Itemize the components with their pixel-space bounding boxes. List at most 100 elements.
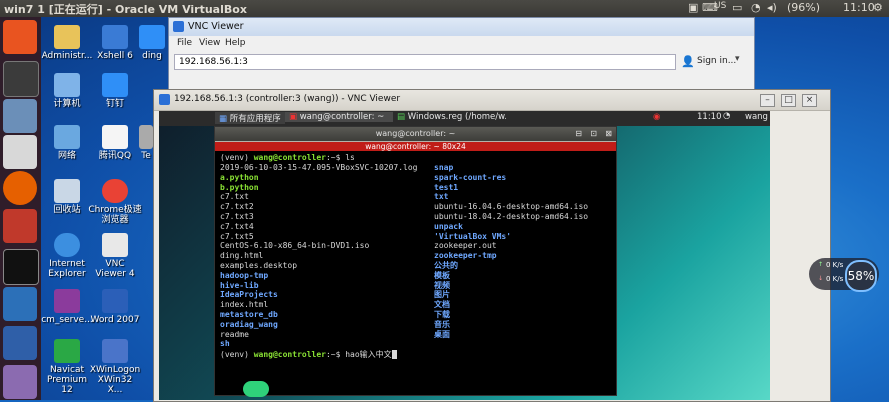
desktop-icon[interactable]: Xshell 6 <box>89 25 141 61</box>
desktop-icon[interactable]: XWinLogon XWin32 X... <box>89 339 141 395</box>
file-entry: zookeeper.out <box>434 241 497 251</box>
ie-icon <box>54 233 80 257</box>
desktop-icon[interactable]: Chrome极速浏览器 <box>87 179 143 225</box>
desktop-icon[interactable]: Word 2007 <box>89 289 141 325</box>
text-editor-icon[interactable] <box>3 135 37 169</box>
file-entry: 视频 <box>434 280 450 290</box>
title-bar[interactable]: 192.168.56.1:3 (controller:3 (wang)) - V… <box>154 90 830 111</box>
file-entry: oradiag_wang <box>220 319 278 329</box>
file-entry: hadoop-tmp <box>220 270 269 280</box>
desktop-icon[interactable]: 网络 <box>41 125 93 161</box>
network-icon <box>54 125 80 149</box>
prompt-line: (venv) wang@controller:~$ ls <box>220 153 355 162</box>
file-entry: unpack <box>434 221 463 231</box>
vnc-session-window[interactable]: 192.168.56.1:3 (controller:3 (wang)) - V… <box>153 89 831 402</box>
sign-in-button[interactable]: Sign in... <box>697 56 736 66</box>
remote-screen[interactable]: ▦ 所有应用程序 ▣ wang@controller: ~ ▤ Windows.… <box>159 111 770 400</box>
battery-plug-icon[interactable]: ▭ <box>732 1 742 14</box>
panel-clock[interactable]: 11:10 <box>697 112 722 122</box>
desktop-icon[interactable]: Navicat Premium 12 <box>41 339 93 395</box>
firefox-icon[interactable] <box>3 171 37 205</box>
window-title: win7 1 [正在运行] - Oracle VM VirtualBox <box>4 3 247 16</box>
navicat-icon <box>54 339 80 363</box>
file-entry: 公共的 <box>434 260 458 270</box>
system-monitor-icon[interactable] <box>3 61 39 97</box>
menu-file[interactable]: File <box>177 38 192 48</box>
file-entry: examples.desktop <box>220 260 298 270</box>
close-button[interactable]: × <box>802 94 817 107</box>
vnc-viewer-window[interactable]: VNC Viewer File View Help 192.168.56.1:3… <box>168 17 755 99</box>
desktop-icon[interactable]: ding <box>137 25 167 61</box>
host-top-bar: win7 1 [正在运行] - Oracle VM VirtualBox ▣ ⌨… <box>0 0 889 17</box>
chevron-down-icon[interactable]: ▾ <box>735 54 740 64</box>
close-button[interactable]: ⊠ <box>605 127 612 141</box>
battery-level[interactable]: (96%) <box>787 1 820 14</box>
app-center-icon[interactable] <box>3 209 37 243</box>
menu-help[interactable]: Help <box>225 38 246 48</box>
file-entry: 'VirtualBox VMs' <box>434 231 512 241</box>
window-title: VNC Viewer <box>188 21 244 32</box>
terminal-title: wang@controller: ~ <box>375 129 456 138</box>
app-icon[interactable] <box>3 365 37 399</box>
file-entry: index.html <box>220 300 269 310</box>
taskbar-item-terminal[interactable]: ▣ wang@controller: ~ <box>285 112 393 122</box>
file-entry: txt <box>434 192 449 202</box>
record-icon[interactable]: ◉ <box>653 112 660 122</box>
prompt-line: (venv) wang@controller:~$ hao输入中文​ <box>220 350 397 359</box>
ls-column-2: snap spark-count-res test1 txt ubuntu-16.04.… <box>434 163 588 339</box>
wifi-icon[interactable]: ◔ <box>751 1 761 14</box>
keyboard-layout[interactable]: US <box>714 1 726 11</box>
files-icon[interactable] <box>3 99 37 133</box>
gear-icon[interactable]: ⚙ <box>873 1 883 14</box>
terminal-window[interactable]: wang@controller: ~ ⊟ ⊡ ⊠ wang@controller… <box>214 126 617 396</box>
desktop-icon[interactable]: 钉钉 <box>89 73 141 109</box>
clock[interactable]: 11:10 <box>843 1 875 14</box>
taskbar-item-editor[interactable]: ▤ Windows.reg (/home/w... <box>393 112 506 122</box>
terminal-tab[interactable]: wang@controller: ~ 80x24 <box>215 142 616 151</box>
app-icon <box>139 125 153 149</box>
window-title: 192.168.56.1:3 (controller:3 (wang)) - V… <box>174 94 401 104</box>
vnc-icon <box>102 233 128 257</box>
file-entry: 图片 <box>434 290 450 300</box>
virtualbox-icon[interactable] <box>3 287 37 321</box>
desktop-icon[interactable]: Internet Explorer <box>41 233 93 279</box>
win7-vm-icon[interactable] <box>3 326 37 360</box>
volume-icon[interactable]: ◂) <box>767 1 777 14</box>
file-entry: 下载 <box>434 309 450 319</box>
remote-top-panel: ▦ 所有应用程序 ▣ wang@controller: ~ ▤ Windows.… <box>159 111 770 126</box>
vnc-logo-icon <box>173 21 184 32</box>
dingtalk-icon <box>102 73 128 97</box>
xshell-icon <box>102 25 128 49</box>
ls-column-1: 2019-06-10-03-15-47.095-VBoxSVC-10207.lo… <box>220 163 417 349</box>
address-input[interactable]: 192.168.56.1:3 <box>174 54 676 70</box>
chrome-icon <box>102 179 128 203</box>
title-bar[interactable]: VNC Viewer <box>169 18 754 36</box>
desktop-icon[interactable]: Administr... <box>41 25 93 61</box>
terminal-icon: ▣ <box>289 112 298 122</box>
terminal-icon[interactable] <box>3 249 39 285</box>
network-speed-widget[interactable]: ↑ 0 K/s ↓ 0 K/s 58% <box>809 258 879 292</box>
all-apps-button[interactable]: ▦ 所有应用程序 <box>215 112 285 124</box>
ubuntu-dash-icon[interactable] <box>3 20 37 54</box>
terminal-title-bar[interactable]: wang@controller: ~ ⊟ ⊡ ⊠ <box>215 127 616 142</box>
file-entry: hive-lib <box>220 280 259 290</box>
desktop-icon[interactable]: cm_serve... <box>41 289 93 325</box>
file-entry: IdeaProjects <box>220 290 278 300</box>
maximize-button[interactable]: □ <box>781 94 796 107</box>
app-icon[interactable] <box>243 381 269 397</box>
desktop-icon[interactable]: 回收站 <box>41 179 93 215</box>
wifi-icon[interactable]: ◔ <box>723 111 730 121</box>
vm-indicator-icon[interactable]: ▣ <box>688 1 698 14</box>
desktop-icon[interactable]: 腾讯QQ <box>89 125 141 161</box>
memory-percent: 58% <box>845 260 877 292</box>
minimize-button[interactable]: – <box>760 94 775 107</box>
dingtalk-icon <box>139 25 165 49</box>
maximize-button[interactable]: ⊡ <box>590 127 597 141</box>
minimize-button[interactable]: ⊟ <box>575 127 582 141</box>
file-entry: snap <box>434 163 454 172</box>
panel-user[interactable]: wang <box>745 112 768 122</box>
desktop-icon[interactable]: VNC Viewer 4 <box>89 233 141 279</box>
desktop-icon[interactable]: 计算机 <box>41 73 93 109</box>
computer-icon <box>54 73 80 97</box>
menu-view[interactable]: View <box>199 38 220 48</box>
